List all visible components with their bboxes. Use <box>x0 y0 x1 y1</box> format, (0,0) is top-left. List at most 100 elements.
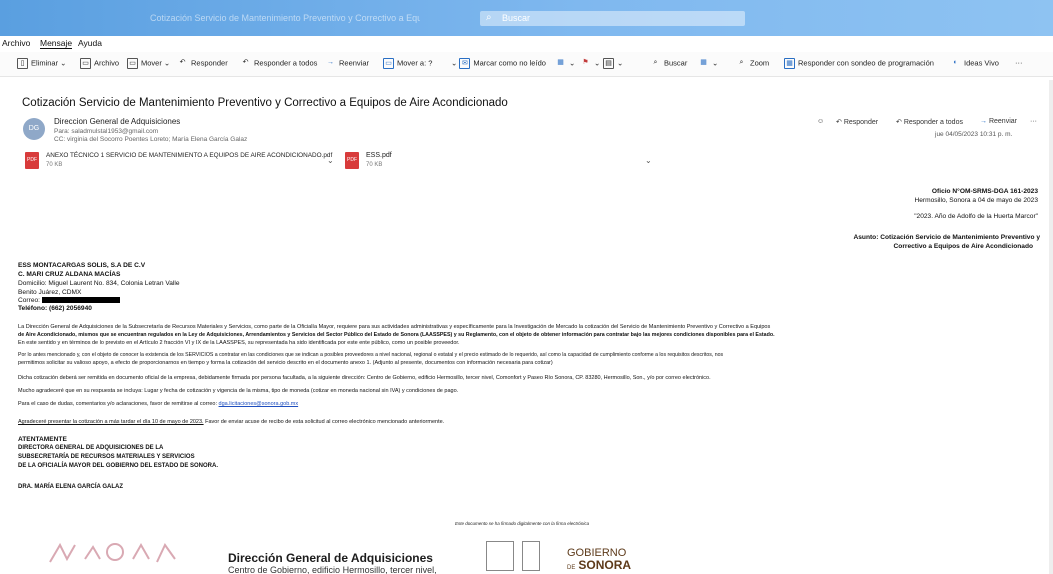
recipient-email: Correo: <box>18 297 120 304</box>
chevron-down-icon[interactable]: ⌄ <box>645 156 652 165</box>
archive-button[interactable]: ▭ Archivo <box>80 58 119 72</box>
zoom-icon: ⌕ <box>739 59 744 66</box>
trash-icon: ▯ <box>17 58 28 69</box>
forward-button[interactable]: → Reenviar <box>325 58 369 72</box>
chevron-down-icon[interactable]: ⌄ <box>327 156 334 165</box>
header-reply-button[interactable]: ↶ Responder <box>836 118 878 126</box>
delete-label: Eliminar <box>31 58 59 68</box>
attachment-size: 70 KB <box>366 162 383 168</box>
signer-title-3: DE LA OFICIALÍA MAYOR DEL GOBIERNO DEL E… <box>18 463 219 469</box>
contact-email-link[interactable]: dga.licitaciones@sonora.gob.mx <box>219 401 299 407</box>
recipient-to: Para: saladmulstal1953@gmail.com <box>54 128 159 135</box>
gobierno-sonora-logo: GOBIERNO DE SONORA <box>567 547 631 574</box>
menu-mensaje[interactable]: Mensaje <box>40 38 73 49</box>
attachment-name: ANEXO TÉCNICO 1 SERVICIO DE MANTENIMIENT… <box>46 152 333 159</box>
categorize-button[interactable]: ▦ ⌄ <box>555 58 575 72</box>
vertical-scrollbar[interactable] <box>1049 80 1053 574</box>
mark-unread-button[interactable]: ⌄ ✉ Marcar como no leído <box>451 58 546 72</box>
reply-poll-label: Responder con sondeo de programación <box>798 58 934 68</box>
archive-icon: ▭ <box>80 58 91 69</box>
reply-button[interactable]: ↶ Responder <box>177 58 228 72</box>
magnifier-icon: ⌕ <box>653 59 658 66</box>
state-seal-icon <box>486 541 514 571</box>
place-date: Hermosillo, Sonora a 04 de mayo de 2023 <box>914 197 1038 204</box>
attachment-anexo[interactable]: PDF ANEXO TÉCNICO 1 SERVICIO DE MANTENIM… <box>25 150 335 172</box>
search-box[interactable]: ⌕ Buscar <box>480 11 745 26</box>
header-forward-label: Reenviar <box>988 118 1017 125</box>
recipient-cc: CC: virginia del Socorro Poentes Loreto;… <box>54 136 248 143</box>
email-subject: Cotización Servicio de Mantenimiento Pre… <box>22 97 508 109</box>
reply-scheduling-poll-button[interactable]: ▦ Responder con sondeo de programación <box>784 58 934 72</box>
move-button[interactable]: ▭ Mover ⌄ <box>127 58 170 72</box>
recipient-city: Benito Juárez, CDMX <box>18 289 82 296</box>
header-forward-button[interactable]: → Reenviar <box>980 118 1017 125</box>
menu-archivo[interactable]: Archivo <box>2 38 30 48</box>
year-motto: "2023. Año de Adolfo de la Huerta Marcor… <box>914 213 1038 220</box>
find-label: Buscar <box>664 58 688 68</box>
flag-icon: ⚑ <box>582 59 589 66</box>
oficio-number: Oficio N°OM-SRMS-DGA 161-2023 <box>931 188 1038 195</box>
footer-title: Dirección General de Adquisiciones <box>228 551 433 565</box>
emoji-reaction-icon[interactable]: ☺ <box>817 118 824 125</box>
header-reply-label: Responder <box>843 119 879 126</box>
move-to-icon: ▭ <box>383 58 394 69</box>
ribbon-toolbar: ▯ Eliminar ⌄ ▭ Archivo ▭ Mover ⌄ ↶ Responder… <box>0 52 1053 77</box>
paragraph-2-line-1: Por lo antes mencionado y, con el objeto… <box>18 352 724 358</box>
footer-subtitle: Centro de Gobierno, edificio Hermosillo,… <box>228 565 437 574</box>
ideas-button[interactable]: ◐ Ideas Vivo <box>950 58 999 72</box>
zoom-label: Zoom <box>750 58 770 68</box>
zoom-button[interactable]: ⌕ Zoom <box>736 58 770 72</box>
print-icon: ▤ <box>603 58 614 69</box>
ideas-label: Ideas Vivo <box>964 58 999 68</box>
signer-title-1: DIRECTORA GENERAL DE ADQUISICIONES DE LA <box>18 445 164 451</box>
paragraph-1-line-2: de Aire Acondicionado, mismos que se enc… <box>18 332 775 338</box>
flag-button[interactable]: ⚑ ⌄ <box>580 58 600 72</box>
move-to-button[interactable]: ▭ Mover a: ? <box>383 58 432 72</box>
lightbulb-icon: ◐ <box>953 59 958 66</box>
calendar-icon: ▦ <box>784 58 795 69</box>
attachment-name: ESS.pdf <box>366 152 392 159</box>
window-titlebar: Cotización Servicio de Mantenimiento Pre… <box>0 0 1053 36</box>
print-button[interactable]: ▤ ⌄ <box>603 58 623 72</box>
move-label: Mover <box>141 58 162 68</box>
move-to-label: Mover a: ? <box>397 58 433 68</box>
paragraph-4: Mucho agradeceré que en su respuesta se … <box>18 388 459 394</box>
email-label: Correo: <box>18 297 40 304</box>
header-reply-all-button[interactable]: ↶ Responder a todos <box>896 118 963 126</box>
menu-bar: Archivo Mensaje Ayuda <box>0 36 1053 50</box>
delete-button[interactable]: ▯ Eliminar ⌄ <box>17 58 66 72</box>
paragraph-1-line-3: En este sentido y en términos de lo prev… <box>18 340 460 346</box>
mark-unread-label: Marcar como no leído <box>473 58 546 68</box>
header-more-button[interactable]: ··· <box>1030 118 1037 125</box>
forward-icon: → <box>327 59 334 66</box>
recipient-company: ESS MONTACARGAS SOLIS, S.A DE C.V <box>18 262 146 269</box>
search-placeholder: Buscar <box>502 13 531 23</box>
window-title: Cotización Servicio de Mantenimiento Pre… <box>150 13 420 23</box>
closing-atentamente: ATENTAMENTE <box>18 436 67 443</box>
digital-signature-note: Este documento se ha firmado digitalment… <box>455 521 590 526</box>
find-button[interactable]: ⌕ Buscar <box>650 58 688 72</box>
paragraph-2-line-2: permitimos solicitar su valioso apoyo, a… <box>18 360 553 366</box>
more-button[interactable]: ··· <box>1015 58 1023 72</box>
asunto-line-1: Asunto: Cotización Servicio de Mantenimi… <box>853 234 1041 241</box>
search-icon: ⌕ <box>486 12 492 23</box>
state-emblem-icon <box>522 541 540 571</box>
recipient-address: Domicilio: Miguel Laurent No. 834, Colon… <box>18 280 180 287</box>
paragraph-1-line-1: La Dirección General de Adquisiciones de… <box>18 324 771 330</box>
attachment-ess[interactable]: PDF ESS.pdf 70 KB ⌄ <box>345 150 655 172</box>
redacted-block <box>41 297 120 304</box>
envelope-icon: ✉ <box>459 58 471 69</box>
menu-ayuda[interactable]: Ayuda <box>78 38 102 48</box>
sender-name[interactable]: Direccion General de Adquisiciones <box>54 117 180 126</box>
reply-all-button[interactable]: ↶ Responder a todos <box>240 58 318 72</box>
pdf-icon: PDF <box>345 152 359 169</box>
paragraph-5: Para el caso de dudas, comentarios y/o a… <box>18 401 298 407</box>
reply-all-label: Responder a todos <box>254 58 318 68</box>
reply-label: Responder <box>191 58 228 68</box>
signer-name: DRA. MARÍA ELENA GARCÍA GALAZ <box>18 484 123 490</box>
archive-label: Archivo <box>94 58 120 68</box>
received-datetime: jue 04/05/2023 10:31 p. m. <box>935 131 1013 138</box>
reply-all-icon: ↶ <box>242 59 249 66</box>
translate-button[interactable]: ▦ ⌄ <box>698 58 718 72</box>
header-forward-icon: → <box>980 118 987 125</box>
